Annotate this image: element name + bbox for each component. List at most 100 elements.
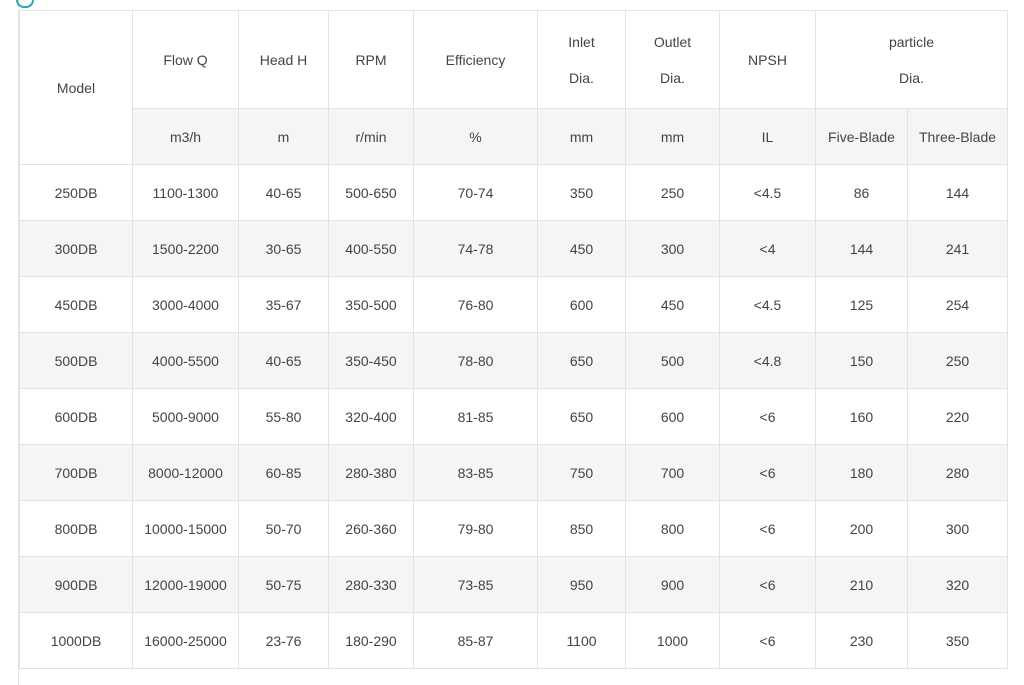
- cell-head: 50-70: [238, 500, 329, 557]
- cell-npsh: <4: [719, 220, 816, 277]
- cell-efficiency: 70-74: [413, 164, 538, 221]
- col-header-efficiency: Efficiency: [413, 10, 538, 109]
- cell-five-blade: 144: [815, 220, 908, 277]
- cell-inlet: 450: [537, 220, 626, 277]
- cell-rpm: 280-380: [328, 444, 414, 501]
- table-row: 700DB 8000-12000 60-85 280-380 83-85 750 700 <6…: [19, 444, 1009, 501]
- cell-rpm: 400-550: [328, 220, 414, 277]
- cell-inlet: 950: [537, 556, 626, 613]
- cell-outlet: 800: [625, 500, 720, 557]
- cell-inlet: 850: [537, 500, 626, 557]
- cell-inlet: 750: [537, 444, 626, 501]
- cell-five-blade: 86: [815, 164, 908, 221]
- cell-model: 500DB: [19, 332, 133, 389]
- outlet-header-line2: Dia.: [660, 69, 685, 86]
- col-header-model: Model: [19, 10, 133, 165]
- unit-flow: m3/h: [132, 108, 239, 165]
- cell-head: 23-76: [238, 612, 329, 669]
- col-header-npsh: NPSH: [719, 10, 816, 109]
- cell-efficiency: 83-85: [413, 444, 538, 501]
- unit-outlet: mm: [625, 108, 720, 165]
- cell-three-blade: 300: [906, 500, 1009, 557]
- unit-five-blade: Five-Blade: [815, 108, 908, 165]
- cell-three-blade: 254: [906, 276, 1009, 333]
- table-row: 250DB 1100-1300 40-65 500-650 70-74 350 250 <4.…: [19, 164, 1009, 221]
- cell-flow: 12000-19000: [132, 556, 239, 613]
- table-row: 450DB 3000-4000 35-67 350-500 76-80 600 450 <4.…: [19, 276, 1009, 333]
- cell-head: 50-75: [238, 556, 329, 613]
- col-header-inlet: Inlet Dia.: [537, 10, 626, 109]
- cell-model: 300DB: [19, 220, 133, 277]
- cell-rpm: 280-330: [328, 556, 414, 613]
- cell-npsh: <6: [719, 556, 816, 613]
- cell-flow: 1500-2200: [132, 220, 239, 277]
- cell-npsh: <6: [719, 388, 816, 445]
- cell-efficiency: 74-78: [413, 220, 538, 277]
- cell-model: 600DB: [19, 388, 133, 445]
- pump-spec-table: Model Flow Q Head H RPM Efficiency Inlet…: [19, 10, 1009, 669]
- cell-flow: 3000-4000: [132, 276, 239, 333]
- content-frame: Model Flow Q Head H RPM Efficiency Inlet…: [16, 0, 1019, 685]
- cell-head: 55-80: [238, 388, 329, 445]
- col-header-outlet: Outlet Dia.: [625, 10, 720, 109]
- cell-outlet: 700: [625, 444, 720, 501]
- cell-efficiency: 73-85: [413, 556, 538, 613]
- cell-npsh: <4.5: [719, 276, 816, 333]
- cell-five-blade: 150: [815, 332, 908, 389]
- cell-inlet: 1100: [537, 612, 626, 669]
- cell-efficiency: 76-80: [413, 276, 538, 333]
- cell-efficiency: 85-87: [413, 612, 538, 669]
- cell-head: 40-65: [238, 332, 329, 389]
- cell-inlet: 650: [537, 388, 626, 445]
- cell-npsh: <6: [719, 500, 816, 557]
- cell-three-blade: 350: [906, 612, 1009, 669]
- cell-inlet: 350: [537, 164, 626, 221]
- cell-three-blade: 241: [906, 220, 1009, 277]
- cell-model: 900DB: [19, 556, 133, 613]
- cell-npsh: <6: [719, 612, 816, 669]
- cell-flow: 5000-9000: [132, 388, 239, 445]
- inlet-header-line1: Inlet: [568, 33, 595, 50]
- col-header-flow: Flow Q: [132, 10, 239, 109]
- particle-header-line2: Dia.: [899, 69, 924, 86]
- cell-five-blade: 230: [815, 612, 908, 669]
- outlet-header-line1: Outlet: [653, 33, 692, 50]
- cell-efficiency: 78-80: [413, 332, 538, 389]
- cell-inlet: 650: [537, 332, 626, 389]
- cell-outlet: 450: [625, 276, 720, 333]
- cell-efficiency: 81-85: [413, 388, 538, 445]
- cell-outlet: 900: [625, 556, 720, 613]
- particle-header-line1: particle: [888, 33, 935, 50]
- cell-rpm: 320-400: [328, 388, 414, 445]
- cell-three-blade: 144: [906, 164, 1009, 221]
- cell-five-blade: 210: [815, 556, 908, 613]
- cell-outlet: 250: [625, 164, 720, 221]
- cell-model: 250DB: [19, 164, 133, 221]
- cell-head: 40-65: [238, 164, 329, 221]
- cell-flow: 8000-12000: [132, 444, 239, 501]
- cell-flow: 4000-5500: [132, 332, 239, 389]
- col-header-particle: particle Dia.: [814, 10, 1009, 109]
- cell-flow: 10000-15000: [132, 500, 239, 557]
- unit-efficiency: %: [413, 108, 538, 165]
- table-row: 1000DB 16000-25000 23-76 180-290 85-87 1100 10…: [19, 612, 1009, 669]
- cell-outlet: 500: [625, 332, 720, 389]
- cell-outlet: 300: [625, 220, 720, 277]
- cell-three-blade: 280: [906, 444, 1009, 501]
- cell-npsh: <6: [719, 444, 816, 501]
- table-row: 300DB 1500-2200 30-65 400-550 74-78 450 300 <4 1…: [19, 220, 1009, 277]
- cell-inlet: 600: [537, 276, 626, 333]
- header-row: Model Flow Q Head H RPM Efficiency Inlet…: [19, 10, 1009, 165]
- cell-three-blade: 250: [906, 332, 1009, 389]
- cell-flow: 1100-1300: [132, 164, 239, 221]
- cell-npsh: <4.8: [719, 332, 816, 389]
- cell-five-blade: 180: [815, 444, 908, 501]
- table-row: 500DB 4000-5500 40-65 350-450 78-80 650 500 <4.…: [19, 332, 1009, 389]
- cell-model: 800DB: [19, 500, 133, 557]
- scroll-top-icon[interactable]: [16, 0, 34, 8]
- unit-rpm: r/min: [328, 108, 414, 165]
- cell-three-blade: 220: [906, 388, 1009, 445]
- cell-flow: 16000-25000: [132, 612, 239, 669]
- cell-rpm: 180-290: [328, 612, 414, 669]
- cell-rpm: 350-500: [328, 276, 414, 333]
